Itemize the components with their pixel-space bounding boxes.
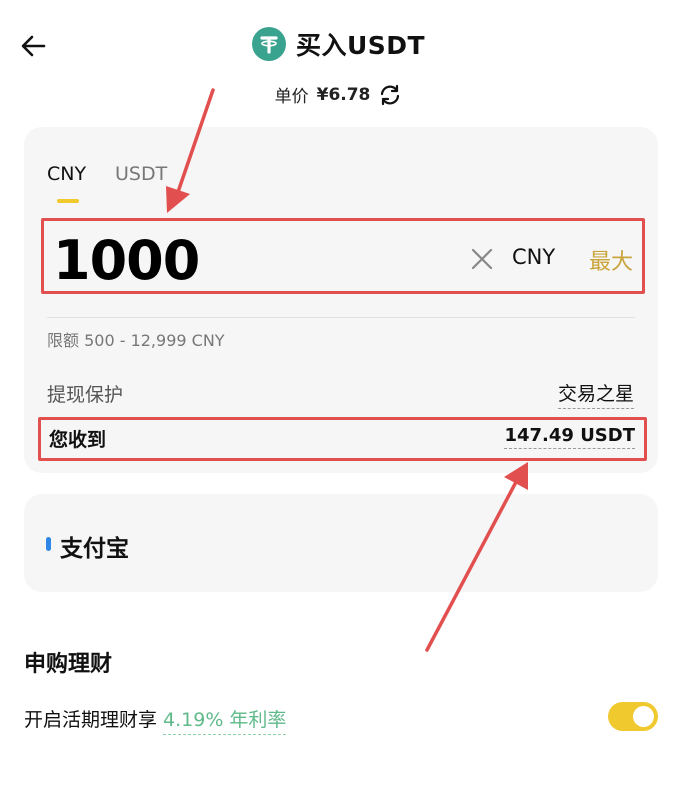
tab-cny[interactable]: CNY (47, 163, 86, 185)
header: 买入USDT (0, 26, 677, 62)
withdraw-protection-value[interactable]: 交易之星 (557, 379, 634, 409)
page-title: 买入USDT (295, 31, 426, 60)
toggle-knob (633, 706, 654, 727)
tether-icon (251, 27, 286, 61)
unit-price-label: 单价 (274, 87, 309, 107)
amount-input[interactable]: 1000 (53, 229, 200, 292)
earn-text: 开启活期理财享 (24, 709, 158, 731)
receive-label: 您收到 (49, 429, 107, 451)
unit-price: 单价 ¥6.78 (0, 82, 677, 107)
unit-price-value: ¥6.78 (316, 84, 371, 105)
max-button[interactable]: 最大 (589, 244, 633, 276)
withdraw-protection-label: 提现保护 (47, 384, 124, 406)
alipay-marker-icon (46, 537, 51, 551)
tab-usdt[interactable]: USDT (115, 163, 167, 185)
earn-toggle[interactable] (608, 702, 658, 731)
amount-input-highlight: 1000 CNY 最大 (41, 218, 645, 294)
earn-section-title: 申购理财 (24, 652, 113, 677)
payment-method-label: 支付宝 (60, 536, 129, 562)
amount-unit: CNY (512, 245, 556, 269)
amount-card: CNY USDT 1000 CNY 最大 限额 500 - 12,999 CNY… (24, 127, 658, 473)
payment-method-card[interactable]: 支付宝 (24, 494, 658, 592)
earn-rate-link[interactable]: 4.19% 年利率 (163, 705, 287, 735)
limit-text: 限额 500 - 12,999 CNY (47, 331, 225, 350)
earn-row: 开启活期理财享 4.19% 年利率 (24, 705, 287, 735)
receive-row-highlight: 您收到 147.49 USDT (38, 417, 647, 461)
receive-value: 147.49 USDT (504, 425, 635, 449)
active-tab-indicator (57, 199, 79, 203)
refresh-icon[interactable] (378, 83, 402, 107)
clear-icon[interactable] (470, 247, 494, 271)
divider (47, 317, 635, 318)
